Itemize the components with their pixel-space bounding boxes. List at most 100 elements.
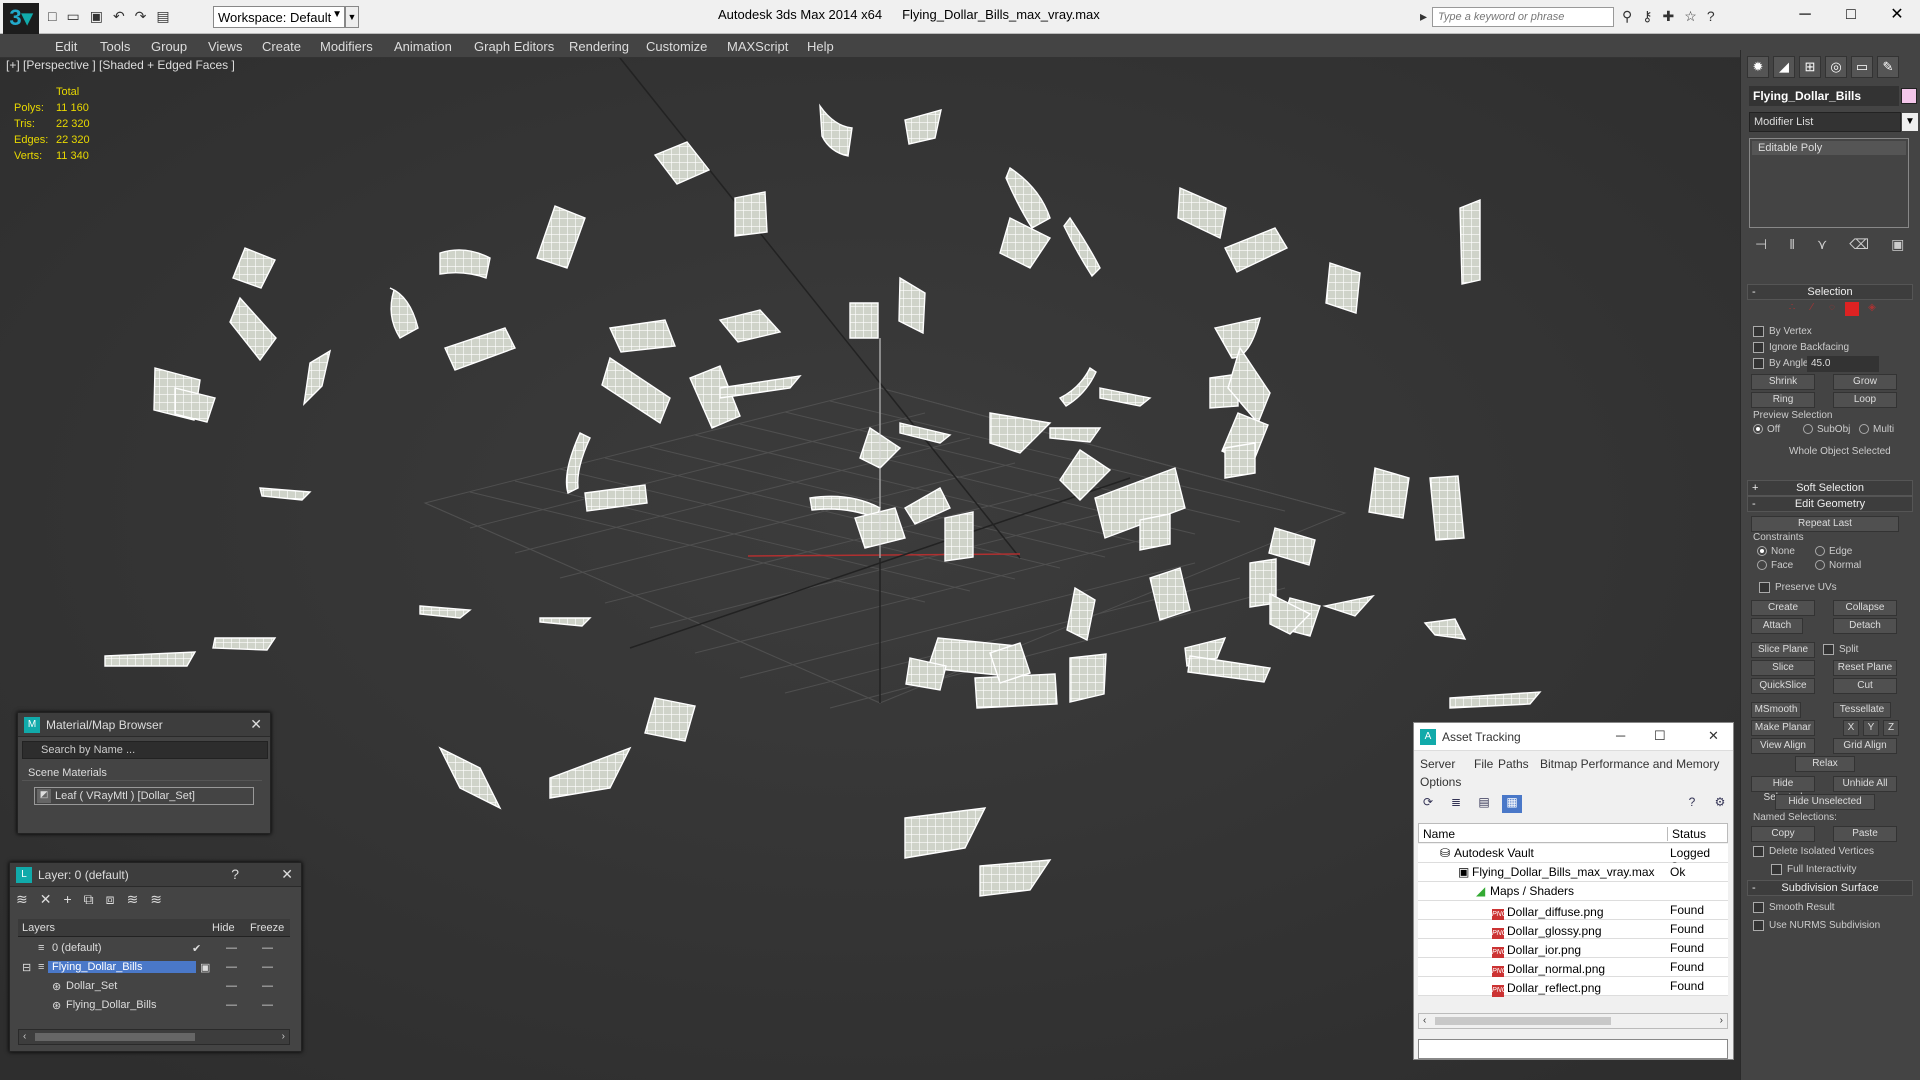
soft-selection-rollout-header[interactable]: + Soft Selection — [1747, 480, 1913, 496]
attach-button[interactable]: Attach — [1751, 618, 1803, 634]
new-layer-icon[interactable]: + — [63, 891, 71, 908]
menu-graph-editors[interactable]: Graph Editors — [474, 39, 554, 54]
smooth-result-checkbox[interactable] — [1753, 902, 1764, 913]
redo-icon[interactable]: ↷ — [135, 8, 147, 25]
paste-button[interactable]: Paste — [1833, 826, 1897, 842]
menu-group[interactable]: Group — [151, 39, 187, 54]
menu-options[interactable]: Options — [1420, 775, 1461, 789]
asset-path-field[interactable] — [1418, 1039, 1728, 1059]
create-tab-icon[interactable]: ✹ — [1747, 56, 1769, 78]
freeze-toggle[interactable]: — — [262, 999, 273, 1011]
layer-row[interactable]: ⊛ Dollar_Set — — — [18, 977, 290, 996]
col-status[interactable]: Status — [1667, 827, 1706, 841]
table-view-icon[interactable]: ▦ — [1502, 795, 1522, 813]
pin-stack-icon[interactable]: ⊣ — [1755, 236, 1767, 253]
delete-layer-icon[interactable]: ✕ — [40, 891, 52, 908]
full-interactivity-checkbox[interactable] — [1771, 864, 1782, 875]
hierarchy-tab-icon[interactable]: ⊞ — [1799, 56, 1821, 78]
binoculars-icon[interactable]: ⚲ — [1622, 8, 1632, 25]
by-vertex-checkbox[interactable] — [1753, 326, 1764, 337]
layer-row[interactable]: ⊛ Flying_Dollar_Bills — — — [18, 996, 290, 1015]
layer-row[interactable]: ≡ 0 (default) ✔ — — — [18, 939, 290, 958]
workspace-dropdown[interactable]: Workspace: Default ▼ — [213, 6, 345, 28]
shrink-button[interactable]: Shrink — [1751, 374, 1815, 390]
asset-row[interactable]: ⛁Autodesk VaultLogged Out — [1418, 844, 1728, 874]
unhide-all-button[interactable]: Unhide All — [1833, 776, 1897, 792]
reset-plane-button[interactable]: Reset Plane — [1833, 660, 1897, 676]
asset-row[interactable]: PNG Dollar_reflect.png Found — [1418, 977, 1728, 997]
object-name-field[interactable]: Flying_Dollar_Bills — [1749, 86, 1899, 106]
make-unique-icon[interactable]: ⋎ — [1817, 236, 1827, 253]
maximize-icon[interactable]: □ — [1828, 0, 1874, 32]
project-folder-icon[interactable]: ▤ — [156, 8, 169, 25]
col-name[interactable]: Name — [1423, 827, 1455, 841]
slice-button[interactable]: Slice — [1751, 660, 1815, 676]
display-tab-icon[interactable]: ▭ — [1851, 56, 1873, 78]
hide-unselected-button[interactable]: Hide Unselected — [1775, 794, 1875, 810]
detach-button[interactable]: Detach — [1833, 618, 1897, 634]
workspace-menu-button[interactable]: ▼ — [345, 6, 359, 28]
server-login-icon[interactable]: ⚙ — [1710, 795, 1730, 813]
hide-toggle[interactable]: — — [226, 980, 237, 992]
highlight-layer-icon[interactable]: ≋ — [127, 891, 139, 908]
polygon-level-icon[interactable] — [1845, 302, 1859, 316]
menu-bitmap-performance[interactable]: Bitmap Performance and Memory — [1540, 757, 1719, 771]
help-icon[interactable]: ? — [1707, 8, 1715, 25]
current-layer-icon[interactable]: ▣ — [200, 961, 210, 974]
menu-help[interactable]: Help — [807, 39, 834, 54]
tessellate-button[interactable]: Tessellate — [1833, 702, 1891, 718]
tools-icon[interactable]: ✚ — [1663, 8, 1675, 25]
open-file-icon[interactable]: ▭ — [66, 8, 79, 25]
show-end-result-icon[interactable]: ‖ — [1789, 236, 1795, 253]
star-icon[interactable]: ☆ — [1684, 8, 1697, 25]
search-input[interactable]: Type a keyword or phrase — [1432, 7, 1614, 27]
layer-settings-icon[interactable]: ≋ — [16, 891, 28, 908]
planar-z-button[interactable]: Z — [1883, 720, 1899, 736]
freeze-toggle[interactable]: — — [262, 942, 273, 954]
freeze-toggle[interactable]: — — [262, 961, 273, 973]
object-color-swatch[interactable] — [1901, 88, 1917, 104]
list-view-icon[interactable]: ≣ — [1446, 795, 1466, 813]
menu-views[interactable]: Views — [208, 39, 242, 54]
create-button[interactable]: Create — [1751, 600, 1815, 616]
material-search-input[interactable]: Search by Name ... — [22, 741, 268, 759]
asset-row[interactable]: ◢ Maps / Shaders — [1418, 882, 1728, 901]
use-nurms-checkbox[interactable] — [1753, 920, 1764, 931]
relax-button[interactable]: Relax — [1795, 756, 1855, 772]
make-planar-button[interactable]: Make Planar — [1751, 720, 1815, 736]
modifier-list-dropdown[interactable]: Modifier List ▼ — [1749, 112, 1918, 132]
refresh-icon[interactable]: ⟳ — [1418, 795, 1438, 813]
menu-edit[interactable]: Edit — [55, 39, 77, 54]
menu-maxscript[interactable]: MAXScript — [727, 39, 788, 54]
preview-multi-radio[interactable] — [1859, 424, 1869, 434]
asset-row[interactable]: PNG Dollar_glossy.png Found — [1418, 920, 1728, 940]
quickslice-button[interactable]: QuickSlice — [1751, 678, 1815, 694]
minimize-icon[interactable]: ─ — [1782, 0, 1828, 32]
collapse-button[interactable]: Collapse — [1833, 600, 1897, 616]
help-icon[interactable]: ? — [1682, 795, 1702, 813]
loop-button[interactable]: Loop — [1833, 392, 1897, 408]
by-angle-checkbox[interactable] — [1753, 358, 1764, 369]
search-expand-icon[interactable]: ▸ — [1420, 8, 1427, 25]
key-icon[interactable]: ⚷ — [1642, 8, 1652, 25]
undo-icon[interactable]: ↶ — [113, 8, 125, 25]
selection-rollout-header[interactable]: - Selection — [1747, 284, 1913, 300]
configure-modifier-sets-icon[interactable]: ▣ — [1891, 236, 1904, 253]
minimize-icon[interactable]: ─ — [1616, 728, 1625, 743]
col-layers[interactable]: Layers — [22, 922, 55, 934]
asset-row[interactable]: ▣ Flying_Dollar_Bills_max_vray.max Ok — [1418, 863, 1728, 882]
cut-button[interactable]: Cut — [1833, 678, 1897, 694]
planar-y-button[interactable]: Y — [1863, 720, 1879, 736]
ignore-backfacing-checkbox[interactable] — [1753, 342, 1764, 353]
menu-tools[interactable]: Tools — [100, 39, 130, 54]
stack-item-editable-poly[interactable]: Editable Poly — [1752, 141, 1906, 155]
hide-selected-button[interactable]: Hide Selected — [1751, 776, 1815, 803]
grow-button[interactable]: Grow — [1833, 374, 1897, 390]
help-icon[interactable]: ? — [231, 866, 239, 882]
layer-row[interactable]: ⊟ ≡ Flying_Dollar_Bills ▣ — — — [18, 958, 290, 977]
asset-row[interactable]: PNG Dollar_ior.png Found — [1418, 939, 1728, 959]
freeze-toggle[interactable]: — — [262, 980, 273, 992]
menu-file[interactable]: File — [1474, 757, 1493, 771]
col-hide[interactable]: Hide — [212, 922, 235, 934]
slice-plane-button[interactable]: Slice Plane — [1751, 642, 1815, 658]
